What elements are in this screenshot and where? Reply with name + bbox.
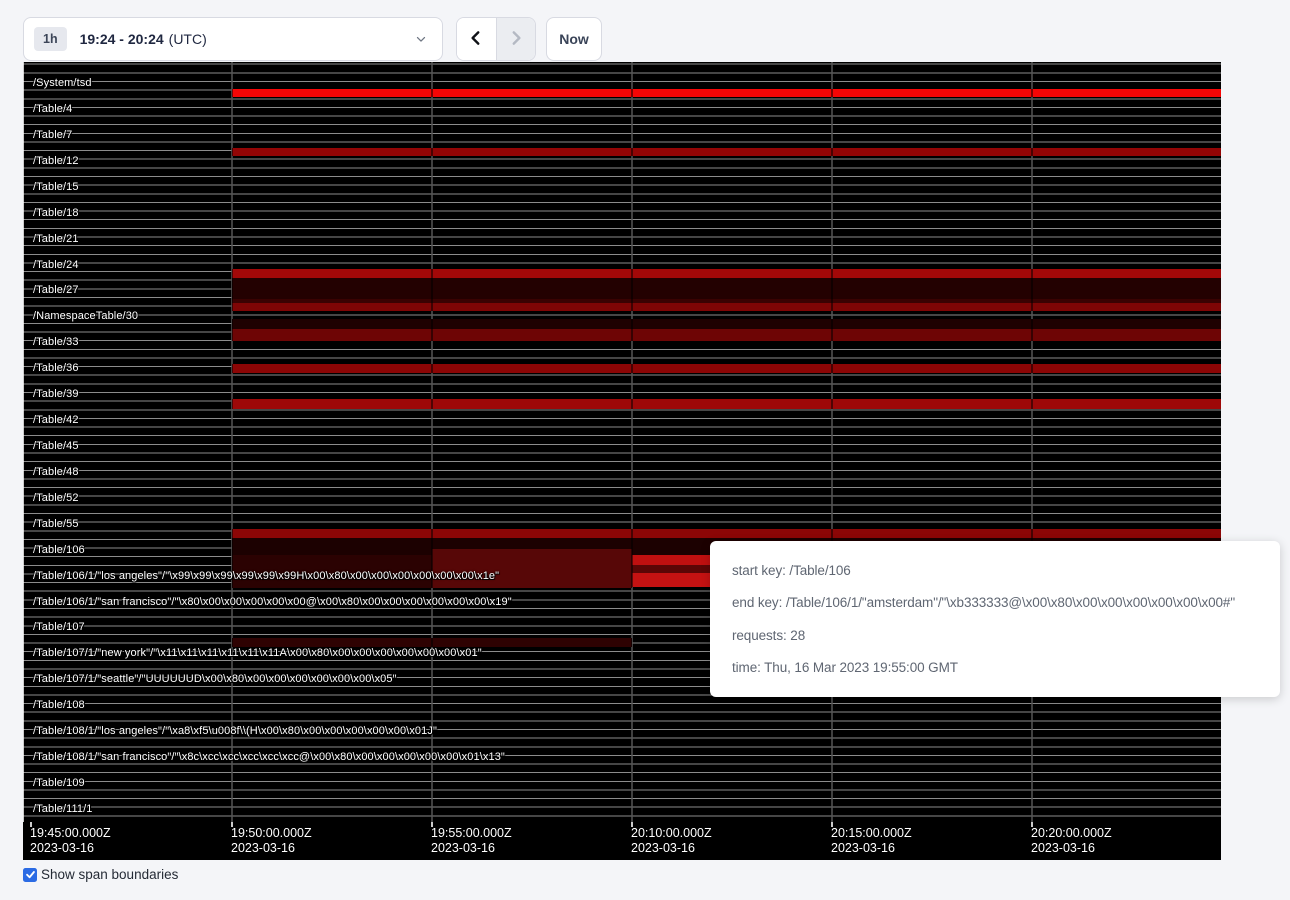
row-label: /Table/108 xyxy=(33,699,85,711)
row-label: /Table/39 xyxy=(33,388,79,400)
time-axis: 19:45:00.000Z2023-03-1619:50:00.000Z2023… xyxy=(23,822,1221,860)
column-gridline-overlay xyxy=(431,62,433,822)
row-label: /Table/4 xyxy=(33,103,72,115)
row-label: /Table/52 xyxy=(33,492,79,504)
row-label: /Table/107/1/"seattle"/"UUUUUUD\x00\x80\… xyxy=(33,673,397,685)
column-gridline-overlay xyxy=(631,62,633,822)
axis-tick-date: 2023-03-16 xyxy=(30,841,94,855)
hot-range-band xyxy=(232,303,1221,311)
row-label: /Table/106/1/"los angeles"/"\x99\x99\x99… xyxy=(33,570,499,582)
row-label: /Table/27 xyxy=(33,284,79,296)
row-label: /NamespaceTable/30 xyxy=(33,310,138,322)
row-label: /Table/15 xyxy=(33,181,79,193)
hot-range-band xyxy=(432,549,632,588)
axis-tick-date: 2023-03-16 xyxy=(231,841,295,855)
row-label: /Table/24 xyxy=(33,259,79,271)
axis-tick-date: 2023-03-16 xyxy=(1031,841,1095,855)
column-gridline-overlay xyxy=(231,62,233,822)
row-label: /Table/109 xyxy=(33,777,85,789)
hot-range-band xyxy=(632,573,713,587)
chevron-right-icon xyxy=(507,29,525,50)
hot-range-band xyxy=(632,555,713,565)
hot-range-band xyxy=(232,529,1221,538)
chevron-left-icon xyxy=(467,29,485,50)
tooltip-requests: requests: 28 xyxy=(732,628,1258,643)
span-tooltip: start key: /Table/106 end key: /Table/10… xyxy=(710,541,1280,697)
axis-tick-date: 2023-03-16 xyxy=(431,841,495,855)
row-label: /Table/111/1 xyxy=(33,803,93,815)
show-span-boundaries-label: Show span boundaries xyxy=(41,867,178,882)
hot-range-band xyxy=(632,565,713,573)
axis-tick-date: 2023-03-16 xyxy=(631,841,695,855)
row-label: /Table/18 xyxy=(33,207,79,219)
row-label: /Table/45 xyxy=(33,440,79,452)
axis-tick-time: 19:50:00.000Z xyxy=(231,826,312,840)
row-label: /Table/36 xyxy=(33,362,79,374)
axis-tick-time: 20:20:00.000Z xyxy=(1031,826,1112,840)
now-button[interactable]: Now xyxy=(546,17,602,61)
row-label: /Table/106/1/"san francisco"/"\x80\x00\x… xyxy=(33,596,512,608)
axis-tick-time: 19:55:00.000Z xyxy=(431,826,512,840)
time-range-text: 19:24 - 20:24 xyxy=(80,31,164,47)
hot-range-band xyxy=(232,399,1221,409)
time-nav-group xyxy=(456,17,536,61)
show-span-boundaries-control[interactable]: Show span boundaries xyxy=(23,867,178,882)
tooltip-end-key: end key: /Table/106/1/"amsterdam"/"\xb33… xyxy=(732,595,1258,610)
row-label: /Table/21 xyxy=(33,233,79,245)
row-label: /Table/42 xyxy=(33,414,79,426)
axis-tick-date: 2023-03-16 xyxy=(831,841,895,855)
column-gridline-overlay xyxy=(831,62,833,822)
hot-range-band xyxy=(232,269,1221,278)
hot-range-band xyxy=(232,329,1221,341)
hot-range-band xyxy=(232,319,1221,329)
row-label: /Table/33 xyxy=(33,336,79,348)
row-label: /Table/7 xyxy=(33,129,72,141)
tooltip-start-key: start key: /Table/106 xyxy=(732,563,1258,578)
hot-range-band xyxy=(232,148,1221,156)
row-label: /Table/107/1/"new york"/"\x11\x11\x11\x1… xyxy=(33,647,482,659)
hot-range-band xyxy=(232,89,1221,97)
show-span-boundaries-checkbox[interactable] xyxy=(23,868,37,882)
row-label: /Table/107 xyxy=(33,621,85,633)
heatmap-grid[interactable]: /System/tsd/Table/4/Table/7/Table/12/Tab… xyxy=(23,62,1221,822)
hot-range-band xyxy=(232,364,1221,373)
row-label: /Table/108/1/"los angeles"/"\xa8\xf5\u00… xyxy=(33,725,437,737)
time-range-select[interactable]: 1h 19:24 - 20:24 (UTC) xyxy=(23,17,443,61)
key-visualizer-heatmap[interactable]: /System/tsd/Table/4/Table/7/Table/12/Tab… xyxy=(23,62,1221,860)
hot-range-band xyxy=(232,278,1221,299)
tooltip-time: time: Thu, 16 Mar 2023 19:55:00 GMT xyxy=(732,660,1258,675)
row-label: /Table/12 xyxy=(33,155,79,167)
prev-range-button[interactable] xyxy=(457,18,496,60)
time-range-duration-badge: 1h xyxy=(34,27,67,51)
time-range-timezone: (UTC) xyxy=(169,31,207,47)
axis-tick-time: 20:10:00.000Z xyxy=(631,826,712,840)
row-label: /Table/55 xyxy=(33,518,79,530)
row-label: /Table/108/1/"san francisco"/"\x8c\xcc\x… xyxy=(33,751,505,763)
column-gridline-overlay xyxy=(1031,62,1033,822)
row-label: /System/tsd xyxy=(33,77,92,89)
row-label: /Table/48 xyxy=(33,466,79,478)
axis-tick-time: 19:45:00.000Z xyxy=(30,826,111,840)
chevron-down-icon xyxy=(414,32,428,46)
next-range-button[interactable] xyxy=(496,18,535,60)
row-label: /Table/106 xyxy=(33,544,85,556)
axis-tick-time: 20:15:00.000Z xyxy=(831,826,912,840)
